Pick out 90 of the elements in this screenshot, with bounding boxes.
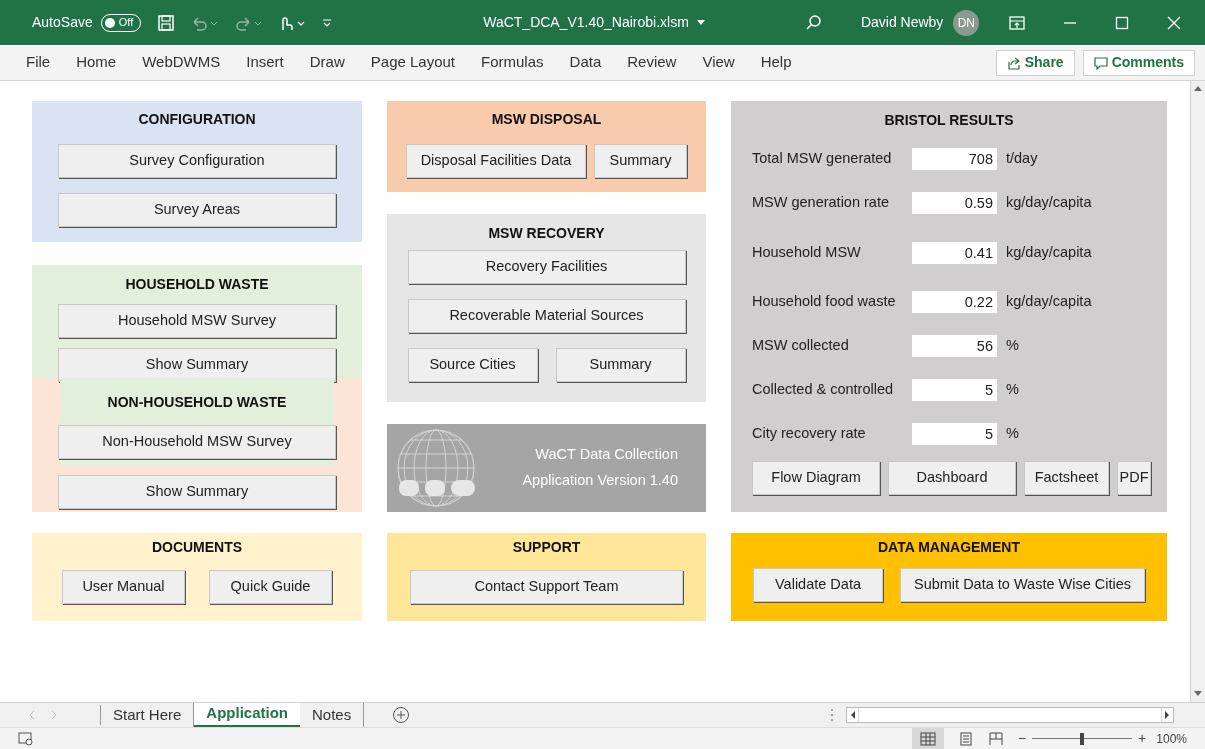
result-label: Household MSW [752, 243, 862, 263]
action-button[interactable]: Disposal Facilities Data [406, 144, 586, 178]
add-sheet-icon[interactable] [392, 706, 411, 724]
file-name[interactable]: WaCT_DCA_V1.40_Nairobi.xlsm [483, 12, 689, 33]
menu-tab[interactable]: Review [627, 51, 677, 74]
zoom-in-button[interactable]: + [1138, 728, 1147, 749]
section-title: BRISTOL RESULTS [883, 111, 1015, 130]
action-button[interactable]: Quick Guide [209, 570, 332, 604]
zoom-out-button[interactable]: − [1017, 728, 1027, 749]
result-unit: kg/day/capita [1006, 292, 1092, 312]
comments-button[interactable]: Comments [1082, 49, 1195, 76]
result-unit: kg/day/capita [1006, 193, 1092, 213]
menu-tab[interactable]: Page Layout [370, 51, 456, 74]
sheet-tab[interactable]: Application [194, 702, 301, 728]
caret-icon [696, 19, 705, 26]
result-label: MSW collected [752, 336, 850, 356]
zoom-slider[interactable] [1032, 732, 1133, 745]
result-value: 0.59 [912, 192, 997, 214]
result-unit: % [1006, 380, 1019, 400]
user-name: David Newby [860, 13, 944, 32]
menu-tab[interactable]: View [702, 51, 735, 74]
result-label: Household food waste [752, 292, 897, 312]
result-value: 0.22 [912, 291, 997, 313]
about-text: WaCT Data Collection [535, 445, 678, 465]
action-button[interactable]: Factsheet [1024, 461, 1109, 495]
autosave-label: AutoSave [32, 13, 93, 32]
action-button[interactable]: PDF [1117, 461, 1151, 495]
section-title: SUPPORT [512, 538, 581, 557]
save-icon[interactable] [157, 13, 176, 32]
ribbon-display-icon[interactable] [1009, 14, 1026, 31]
normal-view-button[interactable] [911, 727, 944, 749]
result-unit: % [1006, 336, 1019, 356]
menu-tab[interactable]: Formulas [481, 51, 544, 74]
comment-icon [1093, 55, 1108, 70]
section-title: HOUSEHOLD WASTE [125, 275, 269, 294]
action-button[interactable]: Non-Household MSW Survey [58, 425, 336, 459]
scroll-down-icon [1194, 691, 1202, 697]
page-break-icon[interactable] [987, 731, 1004, 746]
menu-tab[interactable]: Home [76, 51, 117, 74]
section-title: NON-HOUSEHOLD WASTE [107, 393, 287, 412]
action-button[interactable]: Summary [594, 144, 687, 178]
result-unit: % [1006, 424, 1019, 444]
action-button[interactable]: Show Summary [58, 475, 336, 509]
menu-tab[interactable]: Data [569, 51, 602, 74]
menu-tab[interactable]: Insert [246, 51, 284, 74]
result-unit: t/day [1006, 149, 1038, 169]
result-label: MSW generation rate [752, 193, 890, 213]
result-label: Collected & controlled [752, 380, 895, 400]
share-icon [1006, 55, 1021, 70]
macro-record-icon[interactable] [18, 731, 34, 746]
section-title: CONFIGURATION [138, 110, 256, 129]
result-label: City recovery rate [752, 424, 867, 444]
close-icon[interactable] [1167, 15, 1182, 30]
search-icon[interactable] [804, 13, 823, 32]
menu-tab[interactable]: WebDWMS [142, 51, 221, 74]
result-value: 0.41 [912, 242, 997, 264]
action-button[interactable]: Validate Data [753, 568, 883, 602]
action-button[interactable]: Recovery Facilities [407, 250, 686, 284]
result-label: Total MSW generated [752, 149, 893, 169]
action-button[interactable]: Household MSW Survey [58, 304, 336, 338]
menu-tab[interactable]: Help [760, 51, 792, 74]
maximize-icon[interactable] [1115, 15, 1130, 30]
result-value: 708 [912, 148, 997, 170]
result-value: 56 [912, 335, 997, 357]
splitter-icon [830, 708, 835, 722]
section-title: DOCUMENTS [151, 538, 243, 557]
zoom-level[interactable]: 100% [1156, 729, 1187, 748]
menu-tab[interactable]: Draw [309, 51, 345, 74]
result-value: 5 [912, 379, 997, 401]
grid-icon [919, 731, 936, 746]
action-button[interactable]: Dashboard [888, 461, 1016, 495]
action-button[interactable]: User Manual [62, 570, 185, 604]
action-button[interactable]: Submit Data to Waste Wise Cities [900, 568, 1145, 602]
action-button[interactable]: Recoverable Material Sources [407, 299, 686, 333]
result-unit: kg/day/capita [1006, 243, 1092, 263]
about-text: Application Version 1.40 [522, 471, 678, 490]
action-button[interactable]: Contact Support Team [410, 570, 683, 604]
action-button[interactable]: Survey Areas [58, 193, 336, 227]
action-button[interactable]: Flow Diagram [752, 461, 880, 495]
action-button[interactable]: Source Cities [407, 348, 538, 382]
section-title: MSW RECOVERY [488, 224, 605, 243]
result-value: 5 [912, 423, 997, 445]
action-button[interactable]: Summary [555, 348, 686, 382]
action-button[interactable]: Survey Configuration [58, 144, 336, 178]
section-title: DATA MANAGEMENT [877, 538, 1021, 557]
menu-tab[interactable]: File [26, 51, 51, 74]
scroll-up-icon [1194, 86, 1202, 92]
section-title: MSW DISPOSAL [491, 110, 602, 129]
scroll-tabs-icon [28, 710, 58, 720]
share-button[interactable]: Share [995, 49, 1075, 76]
